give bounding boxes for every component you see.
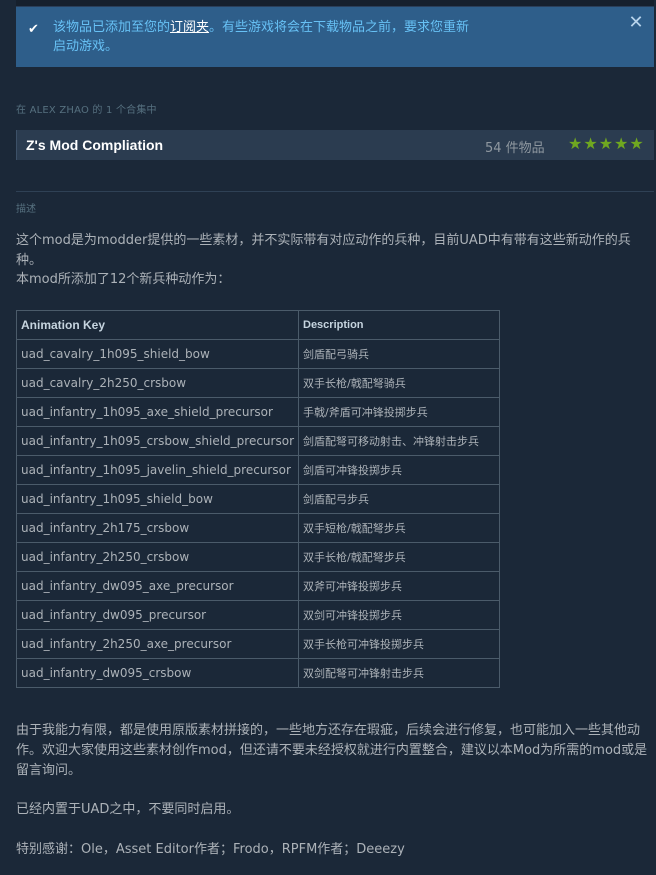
description-cell: 双剑配弩可冲锋射击步兵 [298, 658, 500, 688]
description-cell: 双剑可冲锋投掷步兵 [298, 600, 500, 630]
table-row: uad_infantry_dw095_axe_precursor 双斧可冲锋投掷步… [16, 571, 500, 601]
collection-label: 在 ALEX ZHAO 的 1 个合集中 [16, 105, 157, 116]
description-cell: 双手长枪/戟配弩骑兵 [298, 368, 500, 398]
collection-name[interactable]: Z's Mod Compliation [26, 137, 163, 153]
table-row: uad_cavalry_2h250_crsbow 双手长枪/戟配弩骑兵 [16, 368, 500, 398]
animation-key-cell: uad_cavalry_2h250_crsbow [16, 368, 299, 398]
notice-message-before: 该物品已添加至您的 [53, 20, 171, 35]
description-cell: 双手长枪/戟配弩步兵 [298, 542, 500, 572]
table-row: uad_infantry_1h095_crsbow_shield_precurs… [16, 426, 500, 456]
column-header-description: Description [298, 310, 500, 340]
animation-key-cell: uad_infantry_2h175_crsbow [16, 513, 299, 543]
description-thanks: 特别感谢：Ole，Asset Editor作者；Frodo，RPFM作者；Dee… [16, 842, 405, 857]
animation-key-cell: uad_infantry_dw095_crsbow [16, 658, 299, 688]
animation-key-cell: uad_infantry_1h095_shield_bow [16, 484, 299, 514]
description-cell: 双手短枪/戟配弩步兵 [298, 513, 500, 543]
description-limits: 由于我能力有限，都是使用原版素材拼接的，一些地方还存在瑕疵，后续会进行修复，也可… [16, 723, 648, 778]
animation-key-cell: uad_infantry_1h095_crsbow_shield_precurs… [16, 426, 299, 456]
section-divider [16, 191, 654, 192]
animation-key-cell: uad_infantry_2h250_axe_precursor [16, 629, 299, 659]
table-row: uad_infantry_1h095_axe_shield_precursor 手… [16, 397, 500, 427]
animation-key-cell: uad_infantry_dw095_axe_precursor [16, 571, 299, 601]
description-intro: 这个mod是为modder提供的一些素材，并不实际带有对应动作的兵种，目前UAD… [16, 233, 631, 268]
description-builtin: 已经内置于UAD之中，不要同时启用。 [16, 802, 240, 817]
column-header-animation-key: Animation Key [16, 310, 299, 340]
table-row: uad_infantry_2h175_crsbow 双手短枪/戟配弩步兵 [16, 513, 500, 543]
description-label: 描述 [16, 204, 36, 215]
animation-key-cell: uad_cavalry_1h095_shield_bow [16, 339, 299, 369]
rating-stars: ★★★★★ [568, 134, 645, 153]
table-row: uad_infantry_dw095_precursor 双剑可冲锋投掷步兵 [16, 600, 500, 630]
description-cell: 手戟/斧盾可冲锋投掷步兵 [298, 397, 500, 427]
collection-bar[interactable]: Z's Mod Compliation 54 件物品 ★★★★★ [16, 130, 654, 160]
description-added: 本mod所添加了12个新兵种动作为： [16, 272, 231, 287]
table-header-row: Animation Key Description [16, 310, 500, 340]
animation-key-cell: uad_infantry_1h095_javelin_shield_precur… [16, 455, 299, 485]
animation-table: Animation Key Description uad_cavalry_1h… [16, 310, 500, 688]
description-cell: 剑盾可冲锋投掷步兵 [298, 455, 500, 485]
table-row: uad_infantry_2h250_crsbow 双手长枪/戟配弩步兵 [16, 542, 500, 572]
animation-key-cell: uad_infantry_1h095_axe_shield_precursor [16, 397, 299, 427]
description-cell: 双斧可冲锋投掷步兵 [298, 571, 500, 601]
notice-message: 该物品已添加至您的订阅夹。有些游戏将会在下载物品之前，要求您重新启动游戏。 [53, 18, 473, 56]
table-row: uad_infantry_1h095_javelin_shield_precur… [16, 455, 500, 485]
description-cell: 剑盾配弓步兵 [298, 484, 500, 514]
table-row: uad_infantry_1h095_shield_bow 剑盾配弓步兵 [16, 484, 500, 514]
subscribed-notice: ✔ 该物品已添加至您的订阅夹。有些游戏将会在下载物品之前，要求您重新启动游戏。 … [16, 7, 654, 67]
close-icon[interactable]: ✕ [628, 14, 644, 32]
description-cell: 双手长枪可冲锋投掷步兵 [298, 629, 500, 659]
table-row: uad_cavalry_1h095_shield_bow 剑盾配弓骑兵 [16, 339, 500, 369]
top-panel-edge [16, 0, 654, 7]
checkmark-icon: ✔ [28, 22, 39, 37]
collection-item-count: 54 件物品 [485, 141, 545, 156]
subscriptions-link[interactable]: 订阅夹 [170, 20, 209, 35]
animation-key-cell: uad_infantry_2h250_crsbow [16, 542, 299, 572]
description-cell: 剑盾配弓骑兵 [298, 339, 500, 369]
table-row: uad_infantry_dw095_crsbow 双剑配弩可冲锋射击步兵 [16, 658, 500, 688]
description-cell: 剑盾配弩可移动射击、冲锋射击步兵 [298, 426, 500, 456]
table-row: uad_infantry_2h250_axe_precursor 双手长枪可冲锋投… [16, 629, 500, 659]
animation-key-cell: uad_infantry_dw095_precursor [16, 600, 299, 630]
